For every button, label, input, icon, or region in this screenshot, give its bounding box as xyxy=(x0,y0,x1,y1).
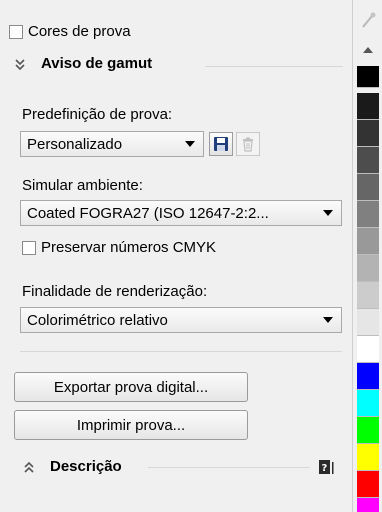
help-icon[interactable]: ? xyxy=(318,459,336,475)
palette-swatch[interactable] xyxy=(357,255,379,282)
palette-swatch[interactable] xyxy=(357,228,379,255)
section-divider xyxy=(205,66,343,67)
preserve-cmyk-label: Preservar números CMYK xyxy=(41,239,217,256)
color-palette xyxy=(352,0,382,512)
dropdown-arrow-icon xyxy=(185,141,195,147)
proof-preset-label: Predefinição de prova: xyxy=(22,106,173,123)
palette-scroll-up-button[interactable] xyxy=(361,44,375,54)
description-section-header[interactable]: Descrição xyxy=(22,458,122,475)
soft-proof-colors-checkbox-row[interactable]: Cores de prova xyxy=(9,23,131,40)
chevron-up-icon xyxy=(363,46,373,53)
svg-text:?: ? xyxy=(322,463,328,474)
palette-swatch[interactable] xyxy=(357,120,379,147)
collapse-chevron-icon[interactable] xyxy=(13,57,27,71)
simulate-environment-label: Simular ambiente: xyxy=(22,177,143,194)
palette-swatch[interactable] xyxy=(357,147,379,174)
palette-swatch[interactable] xyxy=(357,93,379,120)
palette-swatch[interactable] xyxy=(357,444,379,471)
preserve-cmyk-checkbox-row[interactable]: Preservar números CMYK xyxy=(22,239,216,256)
proof-preset-value: Personalizado xyxy=(27,135,123,153)
dropdown-arrow-icon xyxy=(323,317,333,323)
dropdown-arrow-icon xyxy=(323,210,333,216)
palette-swatch[interactable] xyxy=(357,363,379,390)
rendering-intent-label: Finalidade de renderização: xyxy=(22,283,208,300)
rendering-intent-value: Colorimétrico relativo xyxy=(27,311,168,329)
palette-swatch[interactable] xyxy=(357,336,379,363)
palette-swatch[interactable] xyxy=(357,498,379,512)
palette-swatch[interactable] xyxy=(357,282,379,309)
palette-swatch[interactable] xyxy=(357,201,379,228)
palette-swatch[interactable] xyxy=(357,309,379,336)
palette-swatch[interactable] xyxy=(357,471,379,498)
save-icon xyxy=(214,137,228,151)
section-divider xyxy=(148,467,310,468)
proof-preset-dropdown[interactable]: Personalizado xyxy=(20,131,204,157)
simulate-environment-dropdown[interactable]: Coated FOGRA27 (ISO 12647-2:2... xyxy=(20,200,342,226)
palette-swatch[interactable] xyxy=(357,417,379,444)
export-digital-proof-button[interactable]: Exportar prova digital... xyxy=(14,372,248,402)
proof-settings-panel: Cores de prova Aviso de gamut Predefiniç… xyxy=(0,0,350,512)
simulate-environment-value: Coated FOGRA27 (ISO 12647-2:2... xyxy=(27,204,269,222)
delete-preset-button[interactable] xyxy=(236,132,260,156)
buttons-divider xyxy=(20,351,342,352)
rendering-intent-dropdown[interactable]: Colorimétrico relativo xyxy=(20,307,342,333)
expand-chevron-icon[interactable] xyxy=(22,460,36,474)
gamut-section-title: Aviso de gamut xyxy=(41,55,153,72)
print-proof-button[interactable]: Imprimir prova... xyxy=(14,410,248,440)
soft-proof-colors-checkbox[interactable] xyxy=(9,24,23,39)
preserve-cmyk-checkbox[interactable] xyxy=(22,240,36,255)
save-preset-button[interactable] xyxy=(209,132,233,156)
gamut-section-header[interactable]: Aviso de gamut xyxy=(13,55,152,72)
soft-proof-colors-label: Cores de prova xyxy=(28,23,131,40)
palette-swatch[interactable] xyxy=(357,174,379,201)
palette-swatch[interactable] xyxy=(357,390,379,417)
trash-icon xyxy=(243,137,253,152)
palette-swatch[interactable] xyxy=(357,66,379,88)
eyedropper-icon[interactable] xyxy=(360,10,376,30)
description-section-title: Descrição xyxy=(50,458,122,475)
